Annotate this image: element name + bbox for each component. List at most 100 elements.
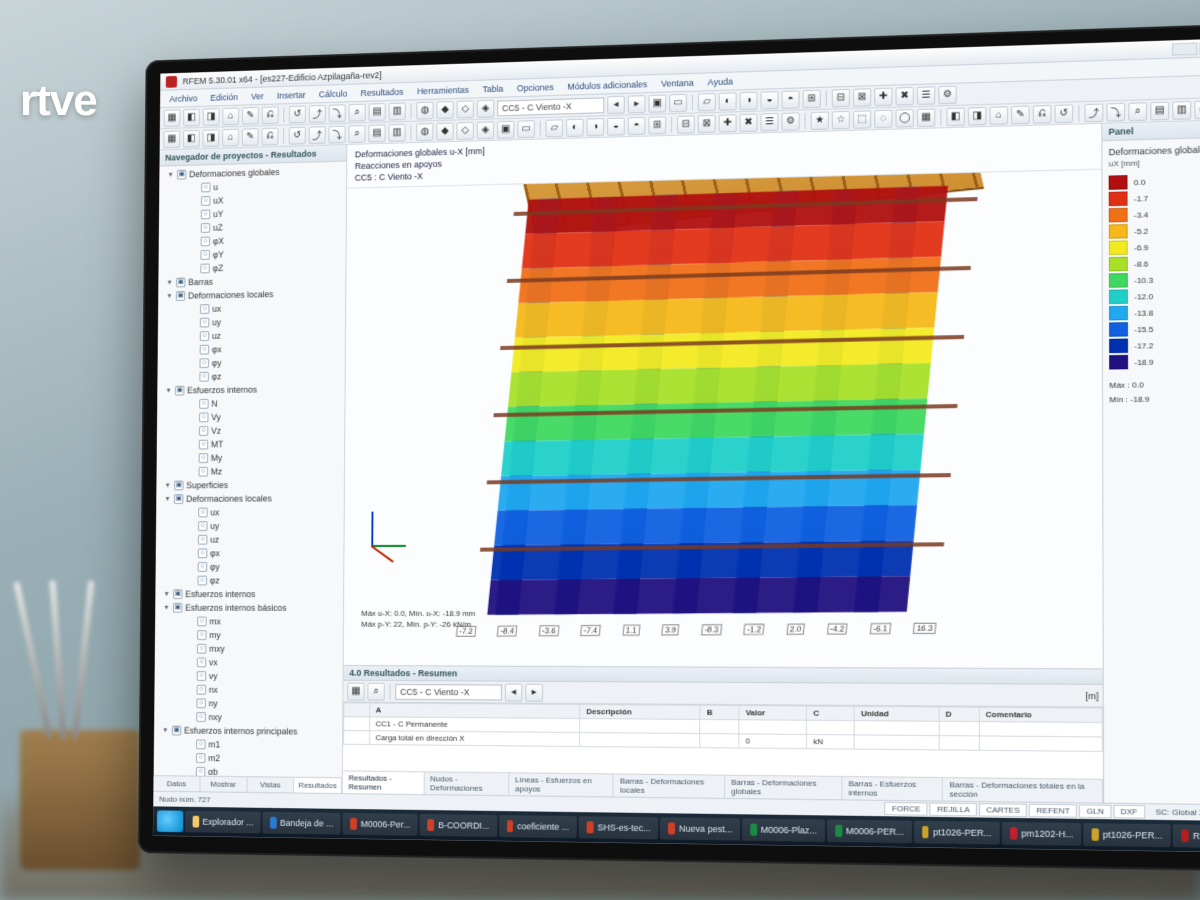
taskbar-item[interactable]: M0006-PER... <box>827 820 912 844</box>
toolbar-button[interactable]: ▱ <box>545 119 563 137</box>
tree-item[interactable]: ○Mz <box>162 464 342 479</box>
menu-ayuda[interactable]: Ayuda <box>702 74 739 89</box>
menu-resultados[interactable]: Resultados <box>355 84 409 99</box>
menu-tabla[interactable]: Tabla <box>477 81 509 96</box>
toolbar-button[interactable]: ⤵ <box>1106 102 1125 121</box>
toolbar-button[interactable]: ◈ <box>477 121 494 139</box>
taskbar-item[interactable]: M0006-Plaz... <box>742 818 825 842</box>
taskbar-item[interactable]: Nueva pest... <box>660 817 740 840</box>
grid-header[interactable]: D <box>939 707 979 722</box>
status-toggle[interactable]: CARTES <box>979 803 1027 817</box>
tree-item[interactable]: ○φz <box>161 574 341 588</box>
toolbar-button[interactable]: ▣ <box>648 94 666 112</box>
menu-módulos adicionales[interactable]: Módulos adicionales <box>561 77 653 94</box>
grid-header[interactable]: Valor <box>739 706 807 721</box>
status-toggle[interactable]: REJILLA <box>930 802 977 816</box>
navigator-tab[interactable]: Datos <box>154 776 201 791</box>
toolbar-button[interactable]: ☰ <box>917 86 935 105</box>
toolbar-button[interactable]: ▣ <box>497 120 515 138</box>
tree-item[interactable]: ○nx <box>160 683 341 698</box>
toolbar-button[interactable]: ⎌ <box>1033 105 1052 124</box>
toolbar-button[interactable]: ⬚ <box>853 110 871 129</box>
toolbar-button[interactable]: ⊠ <box>853 88 871 107</box>
toolbar-button[interactable]: ◧ <box>946 107 964 126</box>
menu-opciones[interactable]: Opciones <box>511 80 560 95</box>
table-tool-button[interactable]: ⌕ <box>367 682 384 700</box>
table-tool-button[interactable]: ▦ <box>347 682 364 700</box>
loadcase-combo[interactable]: CC5 - C Viento -X <box>395 683 502 700</box>
toolbar-button[interactable]: ↺ <box>1054 104 1073 123</box>
toolbar-button[interactable]: ◨ <box>968 106 986 125</box>
toolbar-button[interactable]: ▦ <box>917 108 935 127</box>
toolbar-button[interactable]: ◐ <box>566 118 584 136</box>
grid-tab[interactable]: Barras - Esfuerzos internos <box>842 777 943 801</box>
toolbar-button[interactable]: ▭ <box>669 93 687 111</box>
toolbar-button[interactable]: ⌂ <box>222 107 239 125</box>
toolbar-button[interactable]: ◓ <box>628 116 646 134</box>
toolbar-button[interactable]: ↺ <box>289 105 306 123</box>
taskbar-item[interactable]: SHS-es-tec... <box>579 816 659 839</box>
toolbar-button[interactable]: ▤ <box>368 103 385 121</box>
toolbar-button[interactable]: ⌕ <box>349 103 366 121</box>
tree-group[interactable]: ▾▣Superficies <box>162 478 342 493</box>
3d-viewport[interactable]: -7.2-8.4-3.6-7.41.13.9-8.3-1.22.0-4.2-6.… <box>344 170 1103 669</box>
status-toggle[interactable]: REFENT <box>1029 804 1077 818</box>
tree-item[interactable]: ○uy <box>162 519 342 533</box>
tree-item[interactable]: ○mx <box>161 615 341 629</box>
taskbar-item[interactable]: coeficiente ... <box>499 815 577 838</box>
tree-item[interactable]: ○vx <box>160 655 341 669</box>
toolbar-button[interactable]: ⌕ <box>348 125 365 143</box>
table-tool-button[interactable]: ▸ <box>525 683 543 701</box>
menu-ver[interactable]: Ver <box>245 89 269 103</box>
toolbar-button[interactable]: ◍ <box>416 123 433 141</box>
toolbar-button[interactable]: ◯ <box>896 109 914 128</box>
toolbar-button[interactable]: ✖ <box>740 113 758 131</box>
toolbar-button[interactable]: ◨ <box>203 108 220 126</box>
tree-item[interactable]: ○nxy <box>160 710 341 725</box>
grid-header[interactable]: Comentario <box>979 707 1102 722</box>
toolbar-button[interactable]: ◆ <box>436 101 453 119</box>
toolbar-button[interactable]: ☰ <box>761 113 779 131</box>
toolbar-button[interactable]: ⤵ <box>328 125 345 143</box>
toolbar-button[interactable]: ⌂ <box>222 128 239 146</box>
navigator-tab[interactable]: Vistas <box>247 777 294 792</box>
start-button[interactable] <box>157 810 183 832</box>
toolbar-button[interactable]: ▥ <box>388 123 405 141</box>
toolbar-button[interactable]: ★ <box>811 111 829 130</box>
toolbar-button[interactable]: ✎ <box>242 128 259 146</box>
table-tool-button[interactable]: ◂ <box>505 683 523 701</box>
toolbar-button[interactable]: ⊠ <box>698 114 716 132</box>
toolbar-button[interactable]: ⊟ <box>677 115 695 133</box>
grid-tab[interactable]: Barras - Deformaciones globales <box>725 776 842 800</box>
grid-header[interactable]: B <box>700 705 739 719</box>
toolbar-button[interactable]: ▥ <box>1172 100 1191 119</box>
results-grid[interactable]: ADescripciónBValorCUnidadDComentarioCC1 … <box>343 702 1103 778</box>
grid-tab[interactable]: Resultados - Resumen <box>343 771 425 794</box>
taskbar-item[interactable]: pt1026-PER... <box>1084 823 1171 847</box>
toolbar-button[interactable]: ▤ <box>368 124 385 142</box>
tree-group[interactable]: ▾▣Esfuerzos internos principales <box>160 724 341 739</box>
toolbar-button[interactable]: ⌂ <box>990 106 1009 125</box>
toolbar-button[interactable]: ◑ <box>740 91 758 109</box>
toolbar-button[interactable]: ↺ <box>289 126 306 144</box>
toolbar-button[interactable]: ☆ <box>832 110 850 129</box>
toolbar-button[interactable]: ⎌ <box>261 127 278 145</box>
tree-item[interactable]: ○φy <box>161 560 341 574</box>
tree-item[interactable]: ○vy <box>160 669 341 684</box>
toolbar-button[interactable]: ◍ <box>1194 100 1200 119</box>
toolbar-button[interactable]: ⎌ <box>262 106 279 124</box>
toolbar-button[interactable]: ◒ <box>761 91 779 109</box>
toolbar-button[interactable]: ✚ <box>874 87 892 106</box>
menu-cálculo[interactable]: Cálculo <box>313 86 353 101</box>
toolbar-button[interactable]: ◇ <box>457 100 474 118</box>
toolbar-button[interactable]: ◈ <box>477 99 494 117</box>
toolbar-button[interactable]: ⊟ <box>832 88 850 107</box>
grid-tab[interactable]: Nudos - Deformaciones <box>424 772 509 795</box>
toolbar-button[interactable]: ✎ <box>1011 105 1030 124</box>
toolbar-button[interactable]: ◇ <box>456 121 473 139</box>
taskbar-item[interactable]: RFEM 5.30... <box>1173 824 1200 848</box>
result-tree[interactable]: ▾▣Deformaciones globales○u○uX○uY○uZ○φX○φ… <box>154 162 347 778</box>
menu-ventana[interactable]: Ventana <box>655 75 700 90</box>
toolbar-button[interactable]: ◌ <box>874 109 892 128</box>
tree-group[interactable]: ▾▣Esfuerzos internos <box>161 587 341 601</box>
